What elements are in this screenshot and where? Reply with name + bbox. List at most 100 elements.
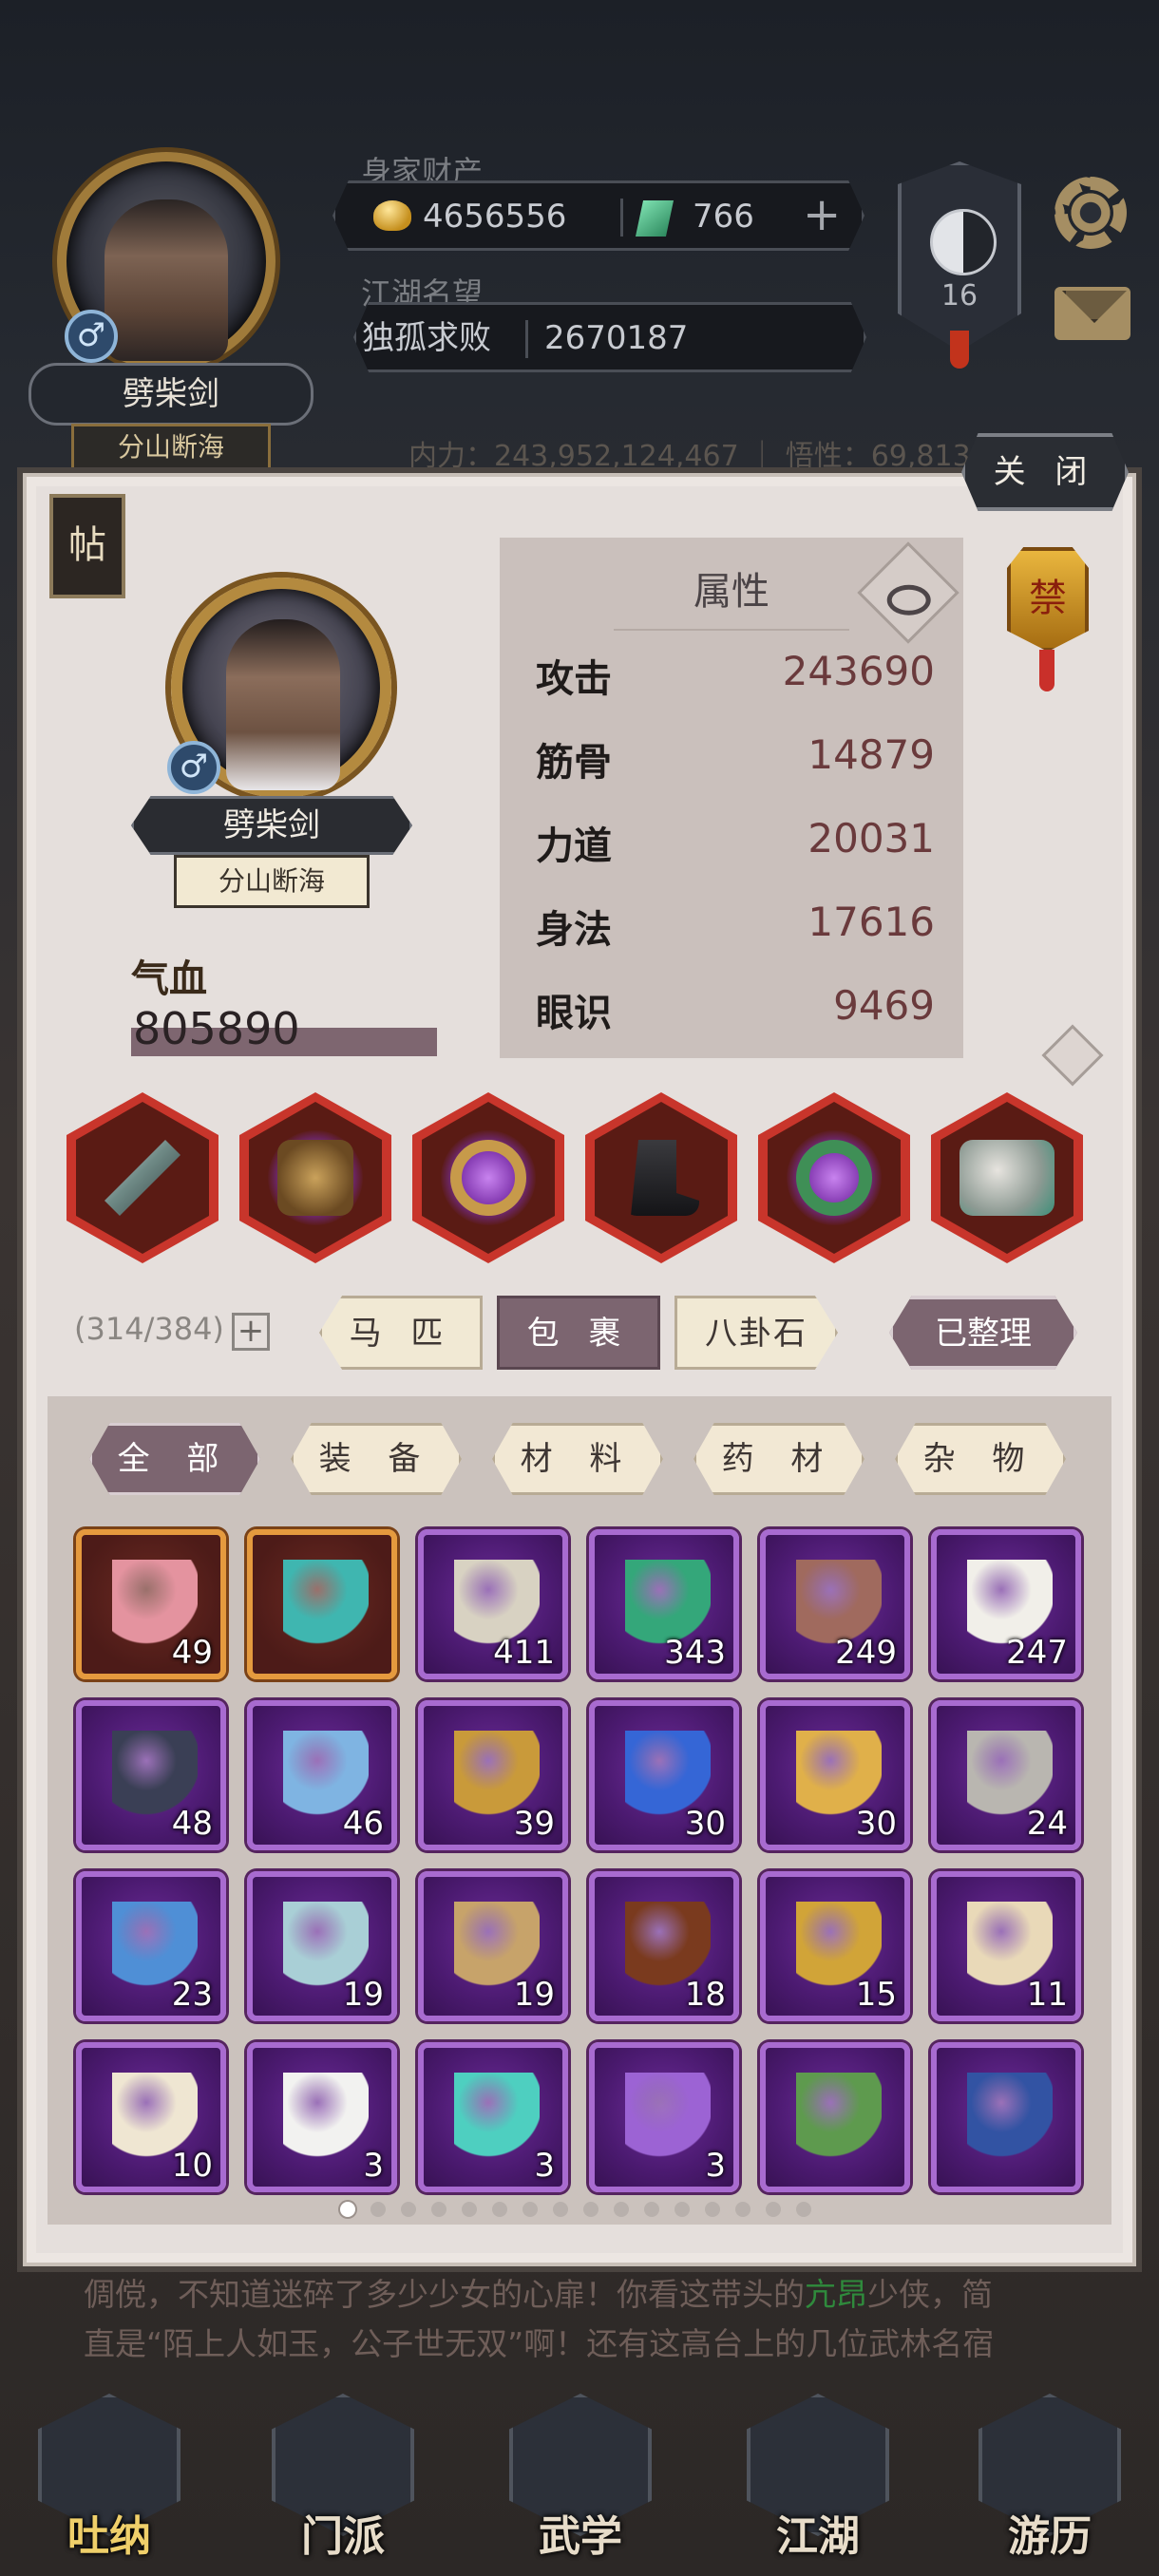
- gold-shard-icon: [796, 1731, 882, 1816]
- item-quantity: 24: [1026, 1805, 1068, 1843]
- inventory-item[interactable]: 249: [760, 1529, 910, 1679]
- filter-materials[interactable]: 材 料: [492, 1423, 663, 1495]
- nav-martial-arts[interactable]: 武学: [500, 2375, 661, 2574]
- story-text-part: 少侠，简: [867, 2276, 993, 2313]
- page-dot[interactable]: [462, 2202, 477, 2217]
- player-avatar[interactable]: ♂: [28, 142, 314, 370]
- page-dot[interactable]: [583, 2202, 598, 2217]
- inventory-item[interactable]: 247: [931, 1529, 1081, 1679]
- filter-herbs[interactable]: 药 材: [694, 1423, 864, 1495]
- attribute-value: 17616: [808, 899, 935, 945]
- male-gender-icon: ♂: [65, 310, 118, 363]
- page-dot[interactable]: [340, 2202, 355, 2217]
- filter-misc[interactable]: 杂 物: [895, 1423, 1066, 1495]
- jade-amount: 766: [693, 198, 754, 236]
- item-quantity: 23: [171, 1976, 213, 2014]
- nav-jianghu[interactable]: 江湖: [737, 2375, 899, 2574]
- inventory-item[interactable]: 39: [418, 1700, 568, 1850]
- attribute-row: 力道 20031: [536, 815, 935, 881]
- nav-travel[interactable]: 游历: [969, 2375, 1130, 2574]
- gear-icon[interactable]: [1054, 177, 1127, 249]
- attribute-row: 身法 17616: [536, 899, 935, 965]
- inventory-item[interactable]: 24: [931, 1700, 1081, 1850]
- page-dot[interactable]: [796, 2202, 811, 2217]
- teal-bead-icon: [454, 2073, 540, 2158]
- nav-tuna[interactable]: 吐纳: [28, 2375, 190, 2574]
- story-line: 倜傥，不知道迷碎了多少少女的心扉！你看这带头的亢昂少侠，简: [84, 2270, 1091, 2320]
- inventory-item[interactable]: 3: [589, 2042, 739, 2192]
- story-highlight-name[interactable]: 亢昂: [805, 2276, 867, 2313]
- page-dot[interactable]: [492, 2202, 507, 2217]
- wine-jar-icon: [625, 1902, 711, 1987]
- sort-button[interactable]: 已整理: [889, 1296, 1077, 1370]
- fame-bar: 独孤求败 2670187: [353, 302, 866, 372]
- page-dot[interactable]: [614, 2202, 629, 2217]
- bottom-navigation: 吐纳 门派 武学 江湖 游历: [0, 2356, 1159, 2576]
- mount-elephant-icon: [960, 1140, 1054, 1216]
- inventory-item[interactable]: 23: [76, 1871, 226, 2021]
- filter-all[interactable]: 全 部: [89, 1423, 260, 1495]
- inventory-item[interactable]: 19: [247, 1871, 397, 2021]
- attribute-value: 9469: [833, 982, 935, 1029]
- fame-rank: 独孤求败: [362, 319, 491, 357]
- filter-equipment[interactable]: 装 备: [291, 1423, 462, 1495]
- inventory-item[interactable]: 343: [589, 1529, 739, 1679]
- hp-label: 气血: [131, 957, 207, 1001]
- page-dot[interactable]: [522, 2202, 538, 2217]
- item-quantity: 48: [171, 1805, 213, 1843]
- purple-incense-icon: [625, 2073, 711, 2158]
- mail-icon[interactable]: [1054, 287, 1130, 340]
- inventory-item[interactable]: 3: [418, 2042, 568, 2192]
- item-quantity: 30: [684, 1805, 726, 1843]
- inventory-item[interactable]: 30: [589, 1700, 739, 1850]
- item-quantity: 411: [493, 1634, 555, 1672]
- page-dot[interactable]: [431, 2202, 446, 2217]
- item-quantity: 3: [534, 2147, 555, 2185]
- inventory-item[interactable]: 18: [589, 1871, 739, 2021]
- page-dot[interactable]: [705, 2202, 720, 2217]
- nav-sect[interactable]: 门派: [262, 2375, 424, 2574]
- add-currency-button[interactable]: +: [803, 183, 841, 246]
- attribute-row: 筋骨 14879: [536, 731, 935, 798]
- inventory-item[interactable]: 10: [76, 2042, 226, 2192]
- attribute-name: 攻击: [536, 656, 612, 701]
- page-dot[interactable]: [644, 2202, 659, 2217]
- expand-bag-button[interactable]: +: [232, 1313, 270, 1351]
- inventory-item[interactable]: 46: [247, 1700, 397, 1850]
- gold-amount: 4656556: [423, 198, 567, 236]
- inventory-item[interactable]: [760, 2042, 910, 2192]
- attribute-name: 眼识: [536, 991, 612, 1035]
- inventory-item[interactable]: [247, 1529, 397, 1679]
- taiji-level-badge[interactable]: 16: [898, 161, 1021, 351]
- tab-horses[interactable]: 马 匹: [319, 1296, 483, 1370]
- tab-bag[interactable]: 包 裹: [497, 1296, 660, 1370]
- tab-bagua-stones[interactable]: 八卦石: [674, 1296, 838, 1370]
- forbidden-seal-icon[interactable]: 禁: [1007, 547, 1089, 652]
- page-dot[interactable]: [735, 2202, 750, 2217]
- nav-label: 门派: [301, 2512, 385, 2561]
- item-quantity: 19: [513, 1976, 555, 2014]
- inventory-item[interactable]: 3: [247, 2042, 397, 2192]
- inventory-item[interactable]: [931, 2042, 1081, 2192]
- page-dot[interactable]: [553, 2202, 568, 2217]
- pearl-icon: [283, 2073, 369, 2158]
- inventory-item[interactable]: 48: [76, 1700, 226, 1850]
- inventory-item[interactable]: 30: [760, 1700, 910, 1850]
- page-dot[interactable]: [674, 2202, 690, 2217]
- inventory-item[interactable]: 11: [931, 1871, 1081, 2021]
- page-dot[interactable]: [401, 2202, 416, 2217]
- close-button[interactable]: 关 闭: [961, 433, 1129, 511]
- inventory-item[interactable]: 49: [76, 1529, 226, 1679]
- page-dot[interactable]: [766, 2202, 781, 2217]
- inventory-item[interactable]: 19: [418, 1871, 568, 2021]
- divider: [525, 320, 528, 358]
- inventory-item[interactable]: 411: [418, 1529, 568, 1679]
- page-dot[interactable]: [370, 2202, 386, 2217]
- eye-icon[interactable]: [857, 541, 960, 644]
- inventory-item[interactable]: 15: [760, 1871, 910, 2021]
- gold-badge-icon: [796, 1902, 882, 1987]
- yin-yang-icon: [930, 209, 997, 275]
- avatar-portrait: [104, 199, 228, 361]
- divider: [620, 199, 623, 237]
- green-jade-icon: [796, 2073, 882, 2158]
